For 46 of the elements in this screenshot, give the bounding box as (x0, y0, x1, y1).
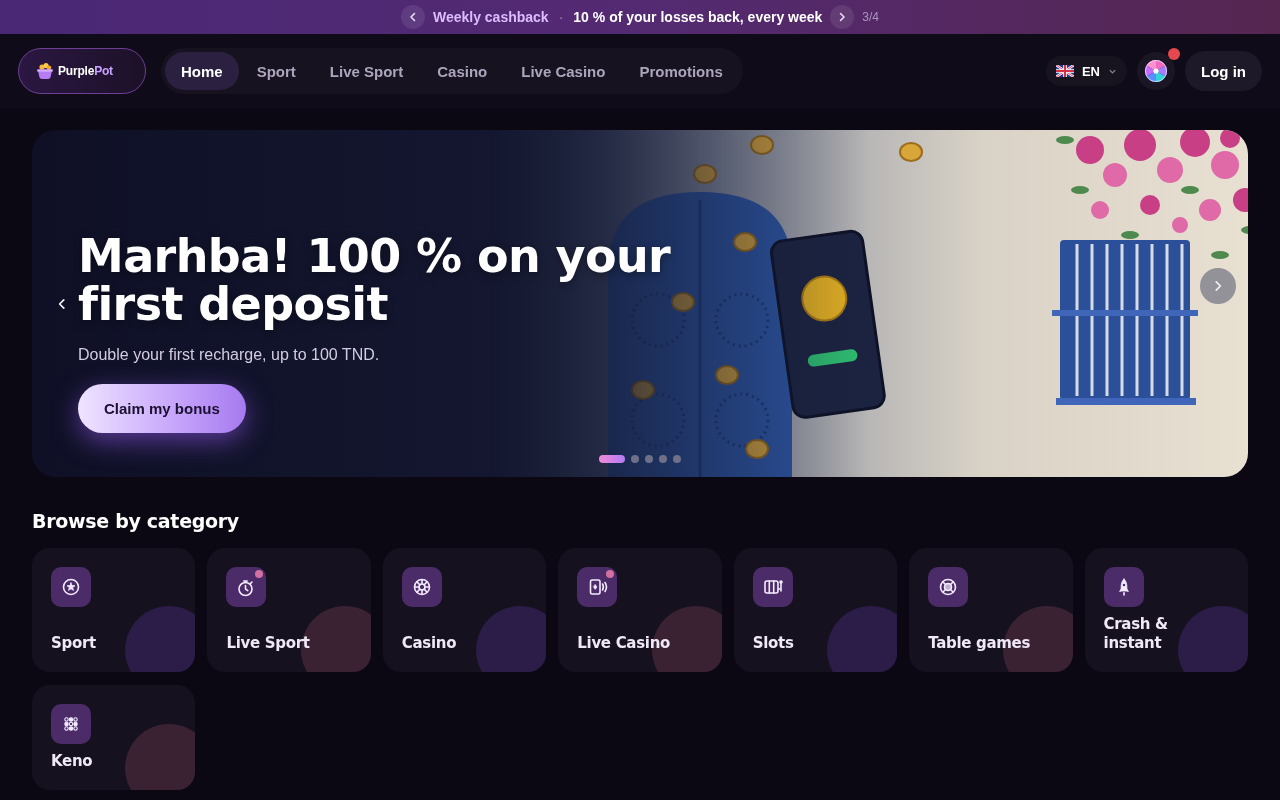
category-card[interactable]: Sport (32, 548, 196, 672)
category-card[interactable]: Keno (32, 685, 196, 790)
claim-bonus-button[interactable]: Claim my bonus (78, 383, 246, 433)
card-signal-icon (577, 567, 618, 607)
previous-promo-button[interactable] (400, 5, 425, 29)
category-card[interactable]: Live Casino (558, 548, 722, 672)
nav-tab[interactable]: Promotions (623, 52, 739, 90)
slide-dot[interactable] (673, 455, 681, 463)
category-card[interactable]: Live Sport (207, 548, 371, 672)
section-title: Browse by category (32, 509, 240, 533)
slot-machine-icon (752, 567, 793, 607)
color-wheel-icon (1144, 59, 1168, 83)
language-selector[interactable]: EN (1045, 56, 1127, 86)
hero-subtitle: Double your first recharge, up to 100 TND. (78, 344, 380, 365)
slide-dot[interactable] (645, 455, 653, 463)
nav-tab[interactable]: Casino (421, 52, 504, 90)
category-card[interactable]: Crash & instant (1084, 548, 1248, 672)
pot-icon (36, 62, 54, 80)
next-promo-button[interactable] (830, 5, 855, 29)
stopwatch-icon (226, 567, 267, 607)
dot-grid-icon (51, 704, 91, 744)
login-button[interactable]: Log in (1185, 51, 1262, 91)
nav-tab[interactable]: Sport (240, 52, 312, 90)
wheel-button[interactable] (1137, 52, 1175, 90)
nav-tab[interactable]: Home (165, 52, 239, 90)
flag-icon (1055, 65, 1074, 77)
promo-text: 10 % of your losses back, every week (573, 9, 823, 25)
separator: · (557, 9, 565, 25)
chevron-right-icon (1212, 280, 1224, 292)
category-card[interactable]: Slots (733, 548, 898, 672)
chevron-right-icon (837, 12, 848, 22)
target-icon (928, 567, 969, 607)
nav-tab[interactable]: Live Sport (313, 52, 420, 90)
promo-counter: 3/4 (862, 10, 880, 24)
slide-dot[interactable] (659, 455, 667, 463)
promo-title: Weekly cashback (432, 9, 549, 25)
chevron-left-icon (407, 12, 418, 22)
logo[interactable]: PurplePot (18, 48, 146, 94)
nav-tab[interactable]: Live Casino (505, 52, 622, 90)
roulette-wheel-icon (401, 567, 442, 607)
rocket-icon (1103, 567, 1144, 607)
slide-dot[interactable] (631, 455, 639, 463)
category-card[interactable]: Table games (909, 548, 1073, 672)
category-card[interactable]: Casino (382, 548, 547, 672)
chevron-left-icon (56, 298, 68, 310)
hero-title: Marhba! 100 % on your first deposit (78, 232, 672, 329)
